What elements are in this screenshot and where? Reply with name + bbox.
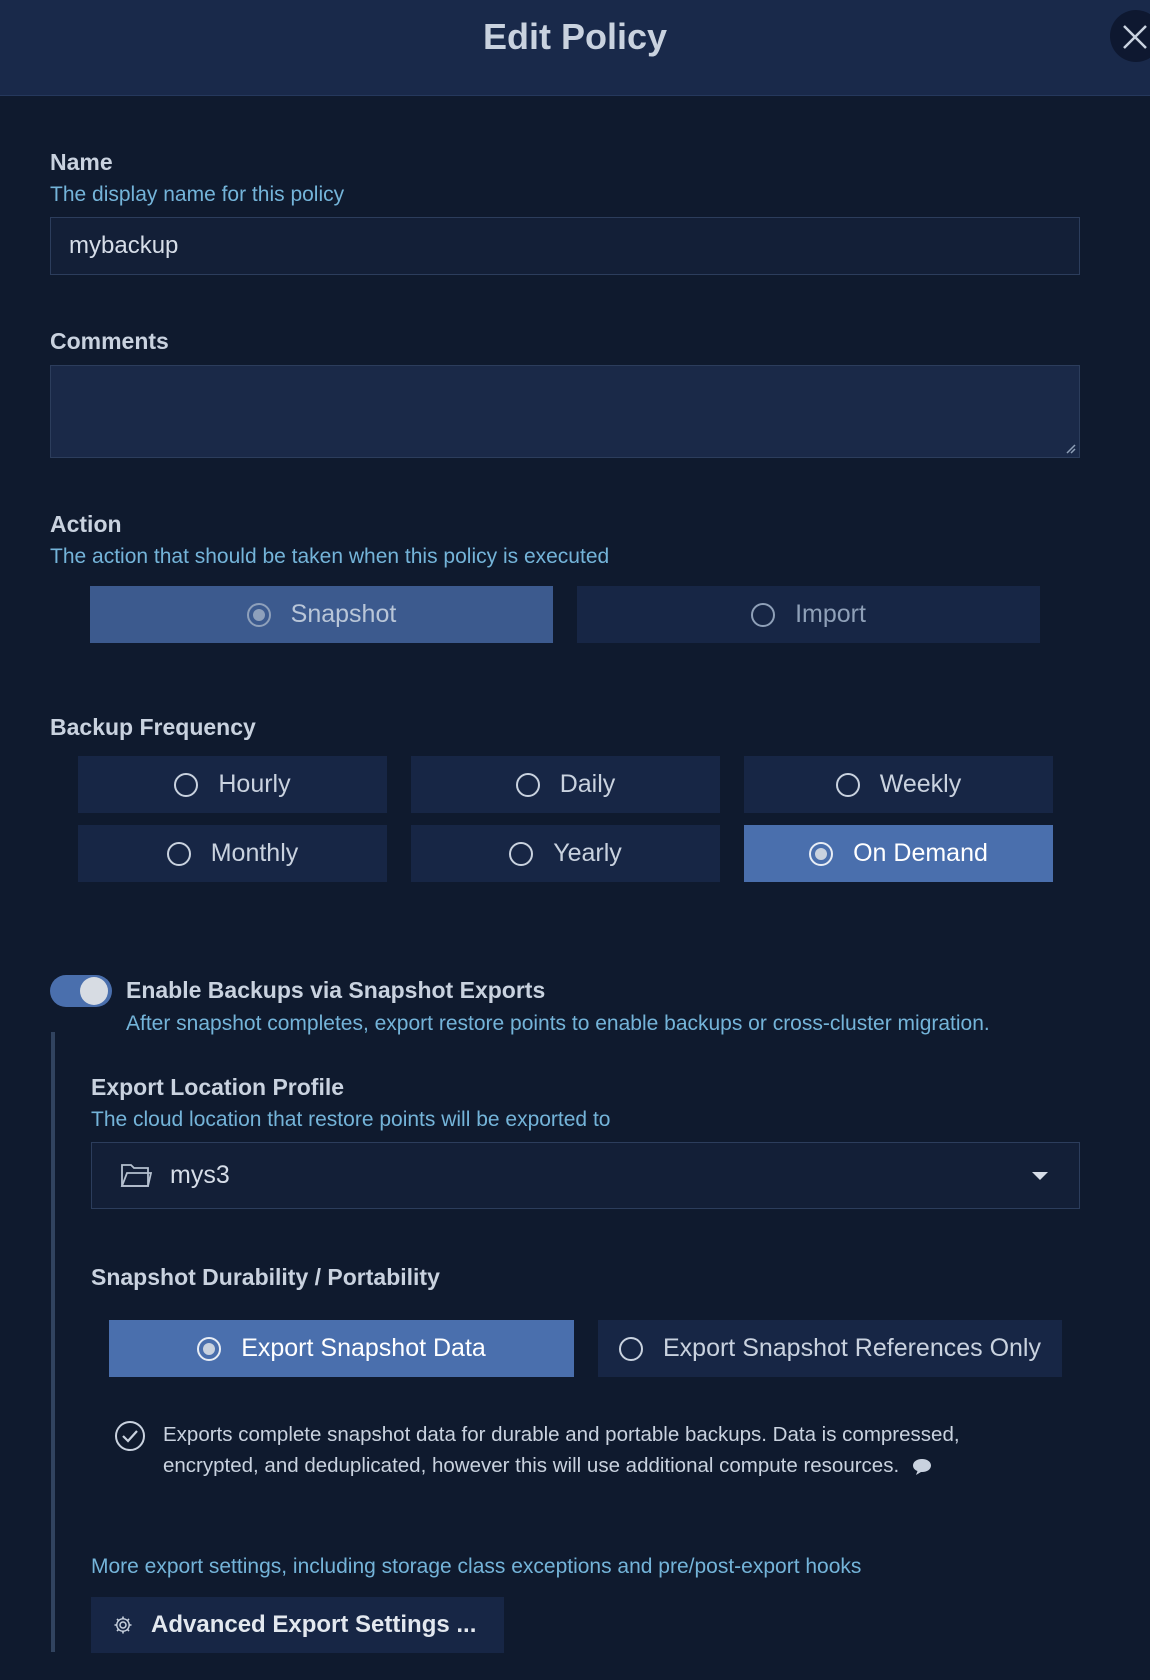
name-help: The display name for this policy <box>50 183 345 206</box>
frequency-option-yearly[interactable]: Yearly <box>411 825 720 882</box>
export-location-select[interactable]: mys3 <box>91 1142 1080 1209</box>
radio-selected-icon <box>809 841 834 866</box>
export-location-label: Export Location Profile <box>91 1074 345 1100</box>
dialog-header: Edit Policy <box>0 0 1150 96</box>
comments-field[interactable] <box>50 365 1080 458</box>
action-option-import[interactable]: Import <box>577 586 1040 643</box>
comment-icon[interactable] <box>911 1457 933 1477</box>
advanced-export-settings-button[interactable]: Advanced Export Settings ... <box>91 1597 504 1653</box>
radio-icon <box>751 602 776 627</box>
radio-icon <box>509 841 534 866</box>
radio-selected-icon <box>246 602 271 627</box>
action-option-snapshot[interactable]: Snapshot <box>90 586 553 643</box>
frequency-label: Backup Frequency <box>50 714 256 740</box>
close-icon <box>1123 25 1147 49</box>
durability-label: Snapshot Durability / Portability <box>91 1264 440 1290</box>
durability-option-label: Export Snapshot Data <box>241 1334 486 1362</box>
chevron-down-icon <box>1032 1172 1048 1180</box>
toggle-knob <box>80 977 108 1005</box>
exports-help: After snapshot completes, export restore… <box>126 1012 990 1035</box>
durability-description-line1: Exports complete snapshot data for durab… <box>163 1423 960 1446</box>
export-location-help: The cloud location that restore points w… <box>91 1108 611 1131</box>
durability-description: Exports complete snapshot data for durab… <box>163 1419 1043 1481</box>
radio-icon <box>166 841 191 866</box>
action-option-label: Snapshot <box>290 600 397 628</box>
dialog-title: Edit Policy <box>482 16 668 57</box>
radio-icon <box>515 772 540 797</box>
action-label: Action <box>50 511 122 537</box>
name-field[interactable] <box>50 217 1080 275</box>
durability-option-label: Export Snapshot References Only <box>663 1334 1041 1362</box>
advanced-export-settings-label: Advanced Export Settings ... <box>151 1611 477 1638</box>
durability-option-references-only[interactable]: Export Snapshot References Only <box>598 1320 1062 1377</box>
frequency-option-monthly[interactable]: Monthly <box>78 825 387 882</box>
export-location-value: mys3 <box>170 1161 230 1189</box>
radio-icon <box>619 1336 643 1361</box>
gear-icon <box>114 1616 132 1634</box>
action-option-label: Import <box>795 600 866 628</box>
snapshot-exports-toggle[interactable] <box>50 975 112 1007</box>
resize-grip-icon[interactable] <box>1064 442 1076 454</box>
check-circle-icon <box>115 1421 145 1451</box>
durability-description-line2-text: encrypted, and deduplicated, however thi… <box>163 1454 900 1477</box>
folder-icon <box>120 1164 152 1187</box>
durability-option-export-data[interactable]: Export Snapshot Data <box>109 1320 574 1377</box>
comments-label: Comments <box>50 328 169 354</box>
advanced-help: More export settings, including storage … <box>91 1555 862 1578</box>
frequency-option-label: On Demand <box>853 839 988 867</box>
frequency-option-label: Hourly <box>218 770 291 798</box>
durability-description-line2: encrypted, and deduplicated, however thi… <box>163 1450 1043 1481</box>
frequency-option-label: Yearly <box>553 839 622 867</box>
radio-selected-icon <box>197 1336 222 1361</box>
radio-icon <box>174 772 199 797</box>
frequency-option-label: Monthly <box>210 839 299 867</box>
frequency-option-label: Weekly <box>879 770 962 798</box>
frequency-option-weekly[interactable]: Weekly <box>744 756 1053 813</box>
section-indent-bar <box>51 1032 55 1652</box>
frequency-option-on-demand[interactable]: On Demand <box>744 825 1053 882</box>
exports-label: Enable Backups via Snapshot Exports <box>126 977 546 1003</box>
frequency-option-label: Daily <box>559 770 616 798</box>
frequency-option-hourly[interactable]: Hourly <box>78 756 387 813</box>
radio-icon <box>835 772 860 797</box>
frequency-option-daily[interactable]: Daily <box>411 756 720 813</box>
action-help: The action that should be taken when thi… <box>50 545 610 568</box>
name-label: Name <box>50 149 113 175</box>
